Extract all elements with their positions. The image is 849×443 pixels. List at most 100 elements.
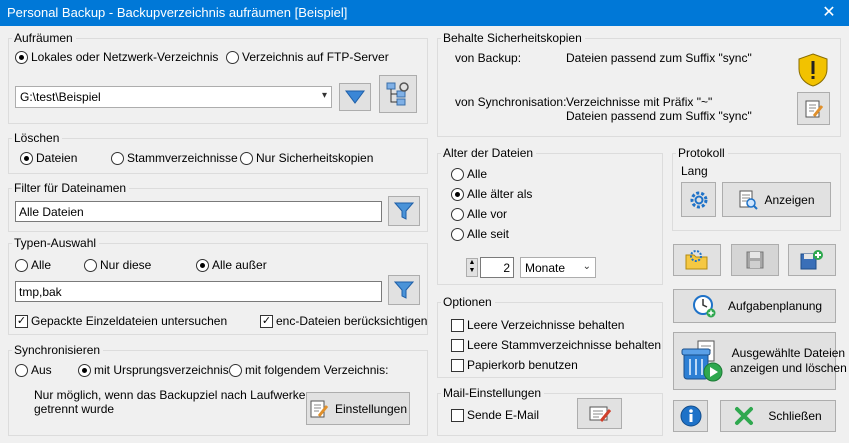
radio-indicator	[20, 151, 33, 165]
dropdown-history-button[interactable]	[339, 83, 371, 111]
close-icon[interactable]: ✕	[809, 0, 849, 26]
behalte-legend: Behalte Sicherheitskopien	[441, 31, 585, 45]
check-keep-root[interactable]: Leere Stammverzeichnisse behalten	[451, 338, 661, 352]
save-as-settings-button[interactable]	[788, 244, 836, 276]
optionen-legend: Optionen	[441, 295, 495, 309]
trash-run-icon	[680, 339, 724, 383]
mail-edit-button[interactable]	[577, 398, 622, 429]
radio-age-older[interactable]: Alle älter als	[451, 187, 532, 201]
protokoll-settings-button[interactable]	[681, 182, 716, 217]
check-keep-empty[interactable]: Leere Verzeichnisse behalten	[451, 318, 624, 332]
filter-input[interactable]: Alle Dateien	[15, 201, 382, 222]
floppy-disk-icon	[745, 250, 765, 270]
radio-types-all[interactable]: Alle	[15, 258, 51, 272]
check-recycle[interactable]: Papierkorb benutzen	[451, 358, 578, 372]
from-sync-value2: Dateien passend zum Suffix "sync"	[566, 109, 752, 123]
radio-root-label: Stammverzeichnisse	[127, 151, 238, 165]
edit-document-icon	[804, 99, 824, 119]
view-log-icon	[738, 190, 759, 210]
radio-age-before-label: Alle vor	[467, 207, 508, 221]
radio-types-only[interactable]: Nur diese	[84, 258, 151, 272]
checkbox-checked: ✓	[260, 314, 273, 328]
radio-sync-following-label: mit folgendem Verzeichnis:	[245, 363, 389, 377]
check-enc-files[interactable]: ✓ enc-Dateien berücksichtigen	[260, 314, 427, 328]
radio-delete-root[interactable]: Stammverzeichnisse	[111, 151, 238, 165]
radio-age-since[interactable]: Alle seit	[451, 227, 509, 241]
age-unit-select[interactable]: Monate ⌄	[520, 257, 596, 278]
radio-sync-origin[interactable]: mit Ursprungsverzeichnis	[78, 363, 229, 377]
clock-add-icon	[692, 294, 716, 318]
load-settings-button[interactable]	[673, 244, 721, 276]
filter-legend: Filter für Dateinamen	[12, 181, 130, 195]
loeschen-legend: Löschen	[12, 131, 63, 145]
run-cleanup-label-line2: anzeigen und löschen	[730, 361, 847, 375]
radio-indicator	[196, 258, 209, 272]
radio-sync-off-label: Aus	[31, 363, 52, 377]
path-value: G:\test\Beispiel	[20, 90, 101, 104]
radio-indicator	[226, 50, 239, 64]
age-spin-buttons[interactable]: ▲ ▼	[466, 258, 478, 277]
checkbox-unchecked	[451, 408, 464, 422]
radio-local-directory[interactable]: Lokales oder Netzwerk-Verzeichnis	[15, 50, 218, 64]
sync-settings-label: Einstellungen	[334, 401, 408, 416]
edit-keep-button[interactable]	[797, 92, 830, 125]
filter-edit-button[interactable]	[388, 196, 420, 226]
sync-settings-button[interactable]: Einstellungen	[306, 392, 410, 425]
radio-sync-off[interactable]: Aus	[15, 363, 52, 377]
radio-indicator	[84, 258, 97, 272]
chevron-down-icon: ⌄	[582, 261, 591, 272]
edit-mail-icon	[589, 405, 611, 423]
radio-files-label: Dateien	[36, 151, 78, 165]
close-button[interactable]: Schließen	[720, 400, 836, 432]
from-sync-label: von Synchronisation:	[455, 95, 567, 109]
spin-up-icon[interactable]: ▲	[467, 259, 477, 267]
checkbox-unchecked	[451, 338, 464, 352]
radio-indicator	[451, 207, 464, 221]
spin-down-icon[interactable]: ▼	[467, 267, 477, 275]
radio-delete-backups[interactable]: Nur Sicherheitskopien	[240, 151, 373, 165]
check-recycle-label: Papierkorb benutzen	[467, 358, 578, 372]
check-packed-files[interactable]: ✓ Gepackte Einzeldateien untersuchen	[15, 314, 227, 328]
radio-ftp-directory[interactable]: Verzeichnis auf FTP-Server	[226, 50, 389, 64]
radio-sync-origin-label: mit Ursprungsverzeichnis	[94, 363, 229, 377]
run-cleanup-button[interactable]: Ausgewählte Dateien anzeigen und löschen	[673, 332, 847, 390]
check-packed-label: Gepackte Einzeldateien untersuchen	[31, 314, 228, 328]
info-button[interactable]	[673, 400, 708, 432]
radio-indicator	[15, 50, 28, 64]
radio-age-all[interactable]: Alle	[451, 167, 487, 181]
checkbox-checked: ✓	[15, 314, 28, 328]
radio-age-all-label: Alle	[467, 167, 488, 181]
radio-indicator	[111, 151, 124, 165]
protokoll-legend: Protokoll	[676, 146, 728, 160]
check-keep-empty-label: Leere Verzeichnisse behalten	[467, 318, 625, 332]
from-sync-value1: Verzeichnisse mit Präfix "~"	[566, 95, 713, 109]
age-amount-input[interactable]: 2	[480, 257, 514, 278]
radio-types-except[interactable]: Alle außer	[196, 258, 267, 272]
triangle-down-icon	[345, 90, 365, 104]
radio-delete-files[interactable]: Dateien	[20, 151, 77, 165]
check-enc-label: enc-Dateien berücksichtigen	[276, 314, 428, 328]
info-icon	[680, 405, 702, 427]
radio-age-older-label: Alle älter als	[467, 187, 533, 201]
radio-indicator	[451, 227, 464, 241]
save-settings-button[interactable]	[731, 244, 779, 276]
chevron-down-icon: ▾	[321, 90, 327, 101]
radio-sync-following[interactable]: mit folgendem Verzeichnis:	[229, 363, 388, 377]
browse-directory-button[interactable]	[379, 75, 417, 113]
age-unit-value: Monate	[525, 261, 566, 275]
protokoll-show-button[interactable]: Anzeigen	[722, 182, 831, 217]
sync-note-line2: getrennt wurde	[34, 402, 115, 416]
schedule-button[interactable]: Aufgabenplanung	[673, 289, 836, 323]
check-send-mail[interactable]: Sende E-Mail	[451, 408, 539, 422]
close-label: Schließen	[768, 409, 822, 423]
checkbox-unchecked	[451, 358, 464, 372]
path-combobox[interactable]: G:\test\Beispiel ▾	[15, 86, 332, 108]
radio-indicator	[15, 363, 28, 377]
run-cleanup-label: Ausgewählte Dateien anzeigen und löschen	[730, 346, 847, 376]
types-input[interactable]: tmp,bak	[15, 281, 382, 302]
radio-age-before[interactable]: Alle vor	[451, 207, 507, 221]
types-filter-button[interactable]	[388, 275, 420, 305]
sync-note-line1: Nur möglich, wenn das Backupziel nach La…	[34, 388, 313, 402]
radio-age-since-label: Alle seit	[467, 227, 510, 241]
edit-document-icon	[309, 399, 329, 419]
